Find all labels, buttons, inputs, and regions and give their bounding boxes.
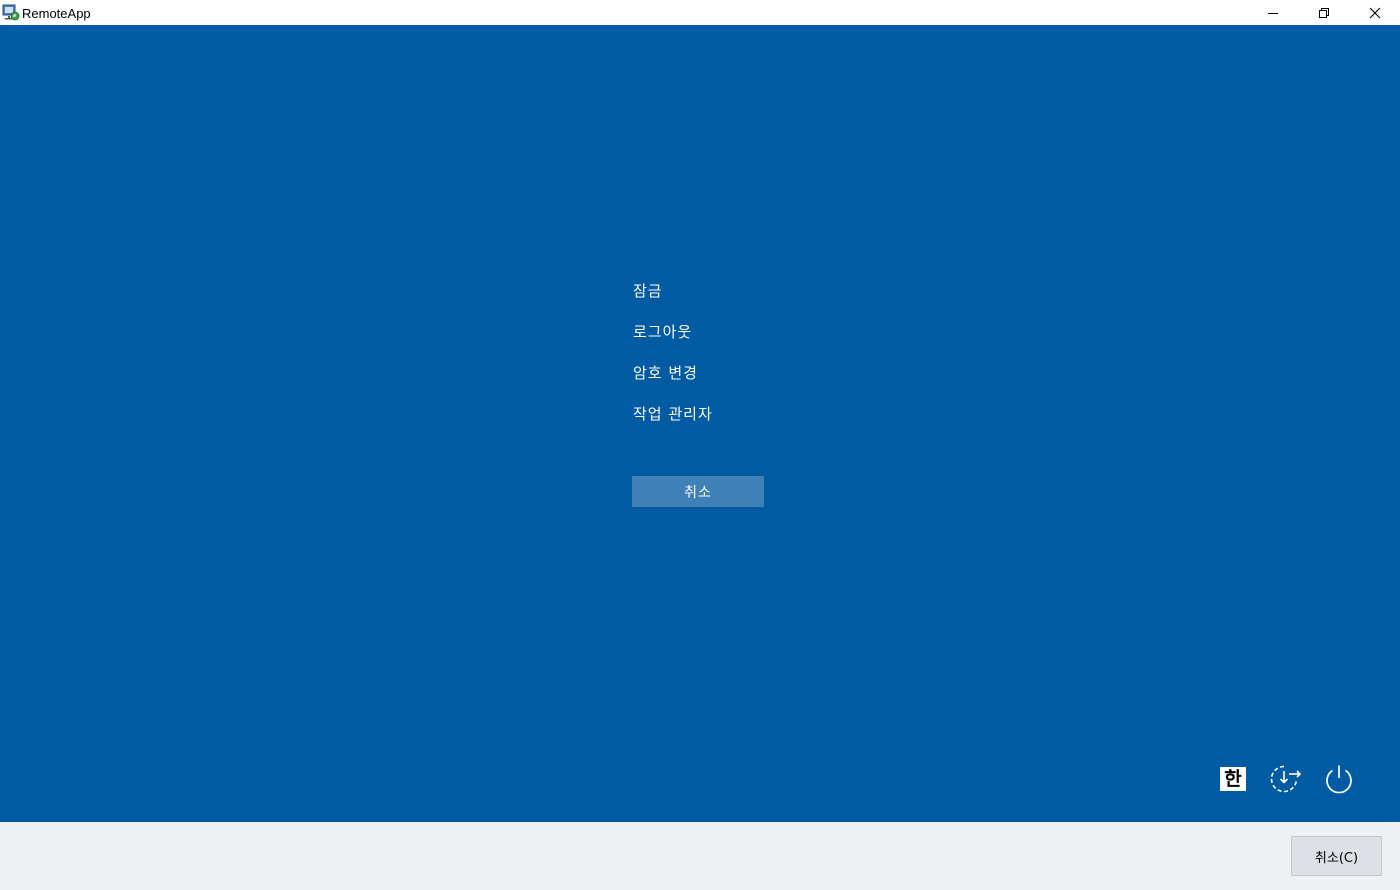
title-bar[interactable]: RemoteApp (0, 0, 1400, 25)
cancel-button[interactable]: 취소 (632, 476, 764, 507)
input-language-button[interactable]: 한 (1219, 762, 1247, 796)
minimize-button[interactable] (1247, 0, 1298, 25)
power-button[interactable] (1320, 762, 1358, 796)
sign-out-option[interactable]: 로그아웃 (633, 322, 713, 342)
power-icon (1326, 765, 1352, 794)
remoteapp-icon (2, 4, 20, 20)
restore-button[interactable] (1298, 0, 1349, 25)
close-icon (1369, 7, 1380, 18)
security-menu: 잠금 로그아웃 암호 변경 작업 관리자 (633, 281, 713, 445)
remoteapp-window: RemoteApp 잠금 로그아웃 암호 변경 작업 관리자 취소 한 취소(C… (0, 0, 1400, 890)
minimize-icon (1267, 12, 1278, 14)
close-button[interactable] (1349, 0, 1400, 25)
bottom-bar: 취소(C) (0, 822, 1400, 890)
security-options-screen: 잠금 로그아웃 암호 변경 작업 관리자 취소 한 (0, 25, 1400, 822)
lock-option[interactable]: 잠금 (633, 281, 713, 301)
restore-icon (1318, 7, 1329, 18)
footer-cancel-button[interactable]: 취소(C) (1291, 836, 1382, 876)
change-password-option[interactable]: 암호 변경 (633, 363, 713, 383)
window-title: RemoteApp (22, 6, 91, 21)
ime-indicator: 한 (1220, 767, 1246, 791)
ease-of-access-button[interactable] (1266, 762, 1304, 796)
window-controls (1247, 0, 1400, 25)
task-manager-option[interactable]: 작업 관리자 (633, 404, 713, 424)
ease-of-access-icon (1270, 765, 1302, 793)
